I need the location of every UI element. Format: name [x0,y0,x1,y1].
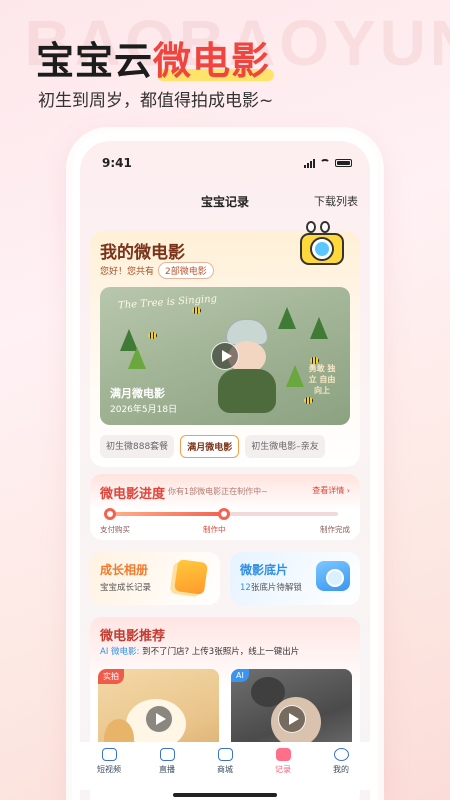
progress-track [104,508,338,520]
package-tab-2[interactable]: 满月微电影 [180,435,240,458]
film-negatives-card[interactable]: 微影底片 12张底片待解锁 [230,552,360,605]
tab-label: 直播 [159,765,175,774]
phone-mockup: 9:41 宝宝记录 下载列表 我的微电影 您好！您共有 2部微电影 The Tr… [72,133,378,800]
tab-record[interactable]: 记录 [259,748,307,775]
live-icon [159,748,175,761]
movie-count-pill[interactable]: 2部微电影 [158,262,214,279]
video-title: 满月微电影 [110,387,165,400]
video-date: 2026年5月18日 [110,405,178,415]
thumb-photo-shape [251,677,285,707]
tab-label: 商城 [217,765,233,774]
my-movie-card: 我的微电影 您好！您共有 2部微电影 The Tree is Singing 勇… [90,221,360,467]
status-time: 9:41 [102,156,132,170]
progress-hint: 你有1部微电影正在制作中~ [168,487,268,496]
status-icons [304,158,352,168]
mascot-eye [320,221,330,233]
record-icon [275,748,291,761]
felt-tree [286,365,304,387]
film-negatives-title: 微影底片 [240,563,289,577]
mascot-lens [312,239,332,259]
baby-suit [218,369,276,413]
my-movie-title: 我的微电影 [100,243,185,263]
movie-progress-card: 微电影进度 你有1部微电影正在制作中~ 查看详情 › 支付购买 制作中 制作完成 [90,474,360,540]
recommend-badge-ai: AI [231,669,249,682]
tab-label: 记录 [275,765,291,774]
progress-title: 微电影进度 [100,487,166,502]
step-label-pay: 支付购买 [100,525,130,534]
app-screen: 9:41 宝宝记录 下载列表 我的微电影 您好！您共有 2部微电影 The Tr… [80,141,370,800]
film-negatives-subtitle: 12张底片待解锁 [240,581,302,593]
play-icon[interactable] [277,705,306,733]
recommend-badge-real: 实拍 [98,669,124,684]
growth-album-title: 成长相册 [100,563,149,577]
step-label-done: 制作完成 [320,525,350,534]
promo-title-main: 宝宝云 [36,39,154,83]
bottom-tabbar: 短视频 直播 商城 记录 我的 [80,742,370,790]
mascot-eye [306,221,316,233]
album-icon [173,559,209,595]
progress-fill [110,512,224,516]
profile-icon [333,748,349,761]
tab-profile[interactable]: 我的 [317,748,365,775]
promo-title-highlight: 微电影 [153,39,271,83]
tab-label: 我的 [333,765,349,774]
view-details-link[interactable]: 查看详情 › [312,485,350,496]
movie-video-player[interactable]: The Tree is Singing 勇敢 独立 自由 向上 满月微电影 20… [100,287,350,425]
recommend-desc-row: AI 微电影: 到不了门店? 上传3张照片，线上一键出片 [100,645,299,657]
home-indicator [173,793,277,797]
film-negatives-count: 12 [240,583,251,593]
package-tabs: 初生微888套餐 满月微电影 初生微电影–亲友 [100,435,325,458]
camera-icon [316,561,350,591]
shop-icon [217,748,233,761]
felt-bee [148,332,157,339]
battery-icon [335,159,352,167]
play-icon[interactable] [144,705,173,733]
felt-bee [304,397,313,404]
play-icon[interactable] [211,342,239,370]
camera-mascot-icon [292,221,354,269]
top-nav: 宝宝记录 下载列表 [80,193,370,213]
tab-live[interactable]: 直播 [143,748,191,775]
package-tab-3[interactable]: 初生微电影–亲友 [245,435,325,458]
felt-tree [310,317,328,339]
step-dot-pay [104,508,116,520]
growth-album-card[interactable]: 成长相册 宝宝成长记录 [90,552,220,605]
ai-movie-label: AI 微电影: [100,647,140,657]
recommend-desc: 到不了门店? 上传3张照片，线上一键出片 [142,647,300,657]
video-side-text: 勇敢 独立 自由 向上 [308,364,336,395]
step-dot-making [218,508,230,520]
promo-subtitle: 初生到周岁，都值得拍成电影~ [38,91,274,111]
felt-tree [128,347,146,369]
package-tab-1[interactable]: 初生微888套餐 [100,435,175,458]
greeting-text: 您好！您共有 [100,267,155,277]
step-label-making: 制作中 [203,525,226,534]
growth-album-subtitle: 宝宝成长记录 [100,583,152,593]
video-banner-text: The Tree is Singing [117,293,218,312]
felt-bee [192,307,201,314]
movie-count-row: 您好！您共有 2部微电影 [100,262,214,279]
tab-shop[interactable]: 商城 [201,748,249,775]
promo-title: 宝宝云微电影 [36,30,270,85]
download-list-link[interactable]: 下载列表 [314,193,358,209]
status-bar: 9:41 [102,155,352,171]
tv-icon [101,748,117,761]
tab-short-video[interactable]: 短视频 [85,748,133,775]
recommend-title: 微电影推荐 [100,629,166,644]
signal-icon [304,158,315,168]
film-negatives-suffix: 张底片待解锁 [250,583,302,593]
wifi-icon [320,159,330,167]
tab-label: 短视频 [97,765,121,774]
